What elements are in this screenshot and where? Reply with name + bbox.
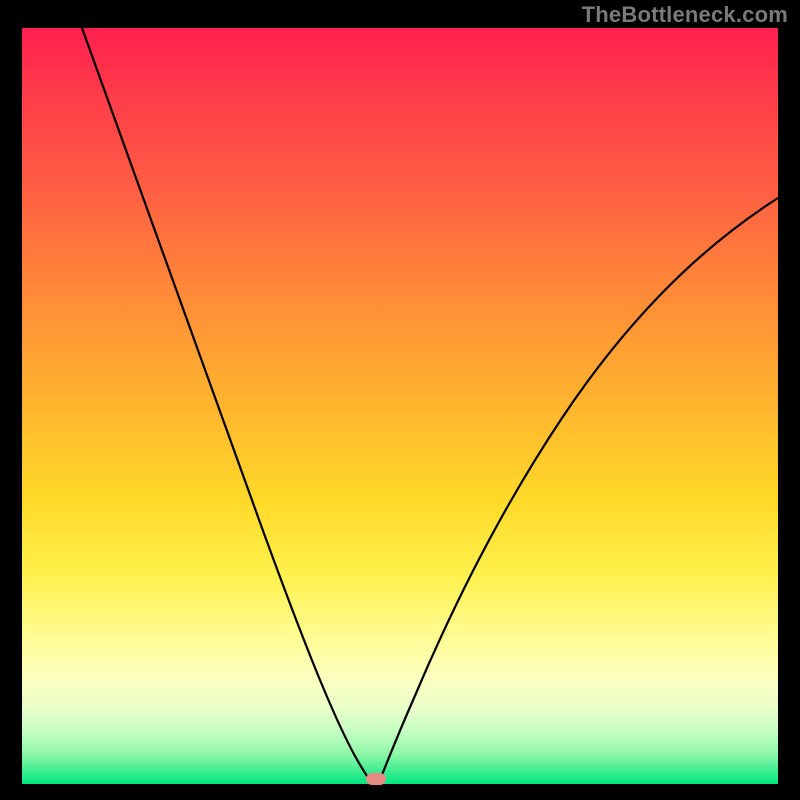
chart-frame: TheBottleneck.com — [0, 0, 800, 800]
bottleneck-curve — [22, 28, 778, 784]
vertex-marker — [366, 773, 386, 785]
plot-area — [22, 28, 778, 784]
curve-path — [82, 28, 778, 784]
watermark-text: TheBottleneck.com — [582, 2, 788, 28]
